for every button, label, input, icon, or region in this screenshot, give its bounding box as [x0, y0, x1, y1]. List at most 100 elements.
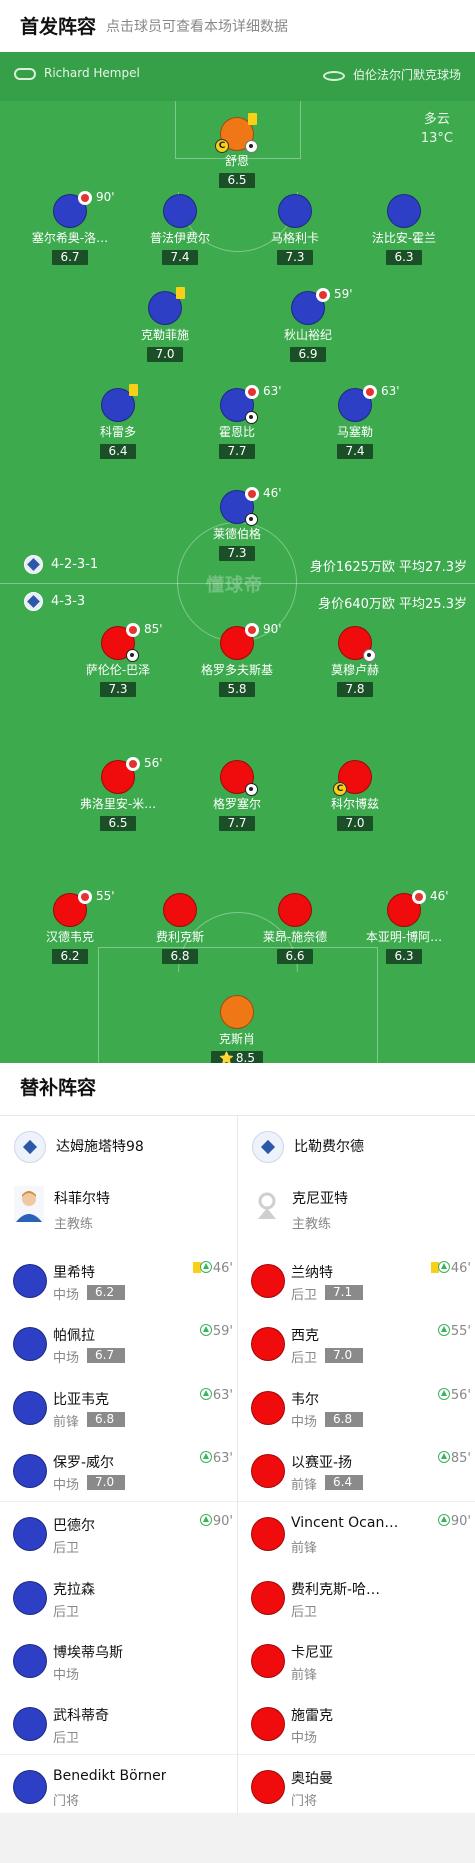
player-away-10[interactable]: 克斯肖 ⭐ 8.5	[177, 995, 297, 1063]
player-away-1[interactable]: 90' 格罗多夫斯基 5.8	[177, 622, 297, 697]
player-home-6[interactable]: 59' 秋山裕纪 6.9	[248, 287, 368, 362]
player-home-1[interactable]: 90' 塞尔希奥-洛… 6.7	[10, 190, 130, 265]
sub-name: 西克	[291, 1328, 319, 1344]
sub-row-home-0[interactable]: 里希特 中场 6.2 46'	[0, 1248, 237, 1311]
player-away-9[interactable]: 46' 本亚明-博阿… 6.3	[344, 889, 464, 964]
player-away-2[interactable]: 莫穆卢赫 7.8	[295, 626, 415, 697]
player-marker	[13, 1454, 47, 1488]
sub-row-home-1[interactable]: 帕佩拉 中场 6.7 59'	[0, 1311, 237, 1374]
player-marker: 90'	[53, 190, 115, 228]
sub-in-minute: 46'	[199, 1261, 233, 1276]
sub-row-home-8[interactable]: Benedikt Börner 门将	[0, 1754, 237, 1817]
player-home-10[interactable]: 46' 莱德伯格 7.3	[177, 486, 297, 561]
player-home-3[interactable]: 马格利卡 7.3	[235, 194, 355, 265]
sub-minute: 85'	[144, 622, 163, 636]
sub-in-minute: 56'	[437, 1388, 471, 1403]
goal-ball-icon	[245, 513, 258, 526]
away-team-header[interactable]: 比勒费尔德	[252, 1131, 364, 1163]
sub-position: 中场	[291, 1731, 318, 1746]
player-home-7[interactable]: 科雷多 6.4	[58, 384, 178, 459]
player-away-7[interactable]: 费利克斯 6.8	[120, 893, 240, 964]
lineup-header: 首发阵容 点击球员可查看本场详细数据	[0, 0, 475, 50]
player-away-0[interactable]: 85' 萨伦伦-巴泽 7.3	[58, 622, 178, 697]
sub-row-away-5[interactable]: 费利克斯-哈… 后卫	[238, 1565, 475, 1628]
sub-row-home-5[interactable]: 克拉森 后卫	[0, 1565, 237, 1628]
sub-row-home-2[interactable]: 比亚韦克 前锋 6.8 63'	[0, 1375, 237, 1438]
sub-in-icon	[199, 1514, 212, 1526]
player-home-2[interactable]: 普法伊费尔 7.4	[120, 194, 240, 265]
player-home-0[interactable]: C 舒恩 6.5	[177, 113, 297, 188]
sub-row-home-7[interactable]: 武科蒂奇 后卫	[0, 1691, 237, 1754]
player-marker	[338, 626, 376, 662]
yellow-card-icon	[176, 287, 185, 299]
sub-in-minute: 90'	[199, 1514, 233, 1529]
sub-in-minute-value: 90'	[450, 1514, 471, 1529]
player-home-8[interactable]: 63' 霍恩比 7.7	[177, 384, 297, 459]
sub-in-icon	[437, 1451, 450, 1463]
sub-position: 门将	[291, 1794, 318, 1809]
sub-in-minute: 85'	[437, 1451, 471, 1466]
sub-row-home-6[interactable]: 博埃蒂乌斯 中场	[0, 1628, 237, 1691]
weather: 多云 13°C	[421, 110, 453, 148]
home-team-badge-icon	[24, 555, 43, 574]
player-rating: 6.3	[386, 250, 422, 265]
sub-name: 以赛亚-扬	[291, 1455, 353, 1471]
player-marker	[13, 1327, 47, 1361]
player-marker	[251, 1327, 285, 1361]
sub-position: 后卫	[53, 1541, 80, 1556]
player-away-5[interactable]: C 科尔博兹 7.0	[295, 760, 415, 831]
sub-rating: 6.7	[87, 1348, 125, 1363]
sub-row-away-8[interactable]: 奥珀曼 门将	[238, 1754, 475, 1817]
player-rating: 7.3	[219, 546, 255, 561]
player-name: 莱昂-施奈德	[262, 930, 328, 944]
sub-in-minute: 63'	[199, 1388, 233, 1403]
player-marker: 56'	[101, 756, 163, 794]
sub-row-away-2[interactable]: 韦尔 中场 6.8 56'	[238, 1375, 475, 1438]
player-marker	[251, 1264, 285, 1298]
player-marker: 63'	[220, 384, 282, 424]
player-rating: 7.4	[337, 444, 373, 459]
sub-row-away-0[interactable]: 兰纳特 后卫 7.1 46'	[238, 1248, 475, 1311]
sub-row-away-6[interactable]: 卡尼亚 前锋	[238, 1628, 475, 1691]
sub-row-away-4[interactable]: Vincent Ocan… 前锋 90'	[238, 1501, 475, 1564]
player-away-4[interactable]: 格罗塞尔 7.7	[177, 760, 297, 831]
rating-value: 6.5	[108, 816, 128, 830]
sub-row-home-3[interactable]: 保罗-威尔 中场 7.0 63'	[0, 1438, 237, 1501]
player-away-3[interactable]: 56' 弗洛里安-米… 6.5	[58, 756, 178, 831]
player-away-8[interactable]: 莱昂-施奈德 6.6	[235, 893, 355, 964]
sub-name: 施雷克	[291, 1708, 333, 1724]
player-home-5[interactable]: 克勒菲施 7.0	[105, 287, 225, 362]
sub-name: 比亚韦克	[53, 1392, 109, 1408]
sub-name: 兰纳特	[291, 1265, 333, 1281]
sub-row-home-4[interactable]: 巴德尔 后卫 90'	[0, 1501, 237, 1564]
player-rating: 6.5	[100, 816, 136, 831]
home-team-header[interactable]: 达姆施塔特98	[14, 1131, 144, 1163]
captain-badge: C	[333, 782, 347, 796]
player-rating: 5.8	[219, 682, 255, 697]
player-home-4[interactable]: 法比安-霍兰 6.3	[344, 194, 464, 265]
sub-row-away-1[interactable]: 西克 后卫 7.0 55'	[238, 1311, 475, 1374]
player-marker	[13, 1644, 47, 1678]
player-home-9[interactable]: 63' 马塞勒 7.4	[295, 384, 415, 459]
sub-row-away-3[interactable]: 以赛亚-扬 前锋 6.4 85'	[238, 1438, 475, 1501]
sub-out-icon	[78, 890, 92, 904]
away-team-info: 身价640万欧 平均25.3岁	[318, 597, 467, 612]
player-name: 克斯肖	[218, 1032, 255, 1046]
watermark-logo: 懂球帝	[206, 575, 263, 596]
player-marker	[251, 1454, 285, 1488]
player-rating: 7.7	[219, 444, 255, 459]
home-team-info: 身价1625万欧 平均27.3岁	[309, 560, 467, 575]
coach-name: 克尼亚特	[292, 1191, 348, 1207]
sub-position: 后卫	[53, 1605, 80, 1620]
player-away-6[interactable]: 55' 汉德韦克 6.2	[10, 889, 130, 964]
sub-minute: 90'	[96, 190, 115, 204]
rating-value: 6.5	[227, 173, 247, 187]
sub-row-away-7[interactable]: 施雷克 中场	[238, 1691, 475, 1754]
sub-in-minute-value: 46'	[450, 1261, 471, 1276]
player-marker	[220, 760, 258, 796]
rating-value: 6.6	[285, 949, 305, 963]
rating-value: 7.7	[227, 816, 247, 830]
sub-in-icon	[199, 1324, 212, 1336]
sub-position: 前锋	[291, 1668, 318, 1683]
sub-position: 中场	[53, 1668, 80, 1683]
